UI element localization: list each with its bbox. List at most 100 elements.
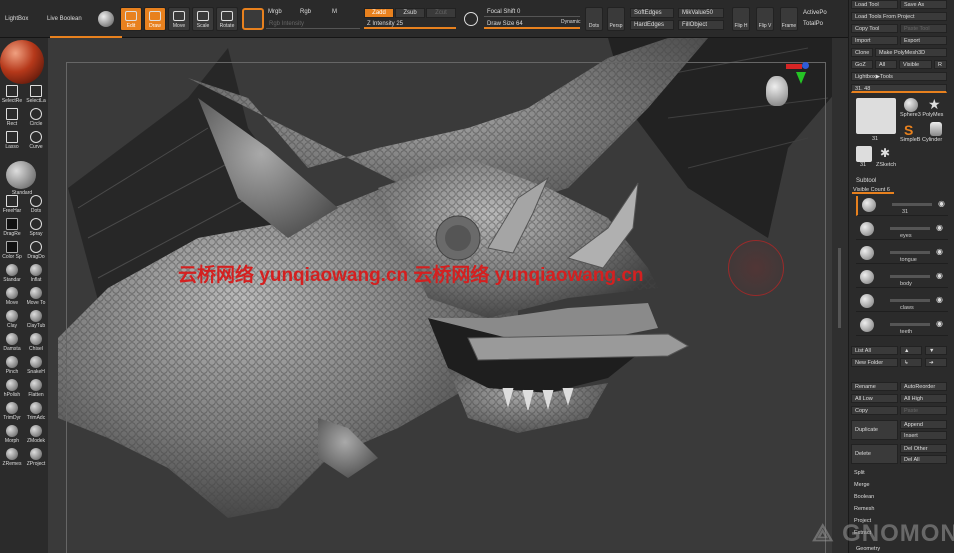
tool-dots[interactable]: Dots [24,194,48,214]
subtool-opacity-slider[interactable] [890,275,930,278]
merge-section[interactable]: Merge [854,482,870,488]
goz-button[interactable]: GoZ [851,60,873,69]
tool-spray[interactable]: Spray [24,217,48,237]
tool-circle[interactable]: Circle [24,107,48,127]
tool-claytubes[interactable]: ClayTub [24,309,48,329]
tool-zproject[interactable]: ZProject [24,447,48,467]
tool-dragdot[interactable]: DragDo [24,240,48,260]
tool-curve[interactable]: Curve [24,130,48,150]
eye-icon[interactable]: ◉ [936,271,943,280]
simplebrush-thumb[interactable]: S [904,122,913,138]
zadd-button[interactable]: Zadd [364,8,394,18]
boolean-section[interactable]: Boolean [854,494,874,500]
flip-h-button[interactable]: Flip H [732,7,750,31]
append-button[interactable]: Append [900,420,947,429]
subtool-opacity-slider[interactable] [892,203,932,206]
export-button[interactable]: Export [900,36,947,45]
rotate-button[interactable]: Rotate [216,7,238,31]
subtool-header[interactable]: Subtool [856,178,876,184]
dynamic-toggle[interactable]: Dynamic [561,19,580,25]
sphere3d-thumb[interactable] [904,98,918,112]
cylinder-thumb[interactable] [930,122,942,136]
tool-move-brush[interactable]: Move [0,286,24,306]
all-high-button[interactable]: All High [900,394,947,403]
eye-icon[interactable]: ◉ [936,319,943,328]
goz-all-button[interactable]: All [875,60,897,69]
z-intensity-slider[interactable]: Z Intensity 25 [364,19,456,29]
eye-icon[interactable]: ◉ [936,247,943,256]
tool-snakehook[interactable]: SnakeH [24,355,48,375]
scale-button[interactable]: Scale [192,7,214,31]
subtool-opacity-slider[interactable] [890,227,930,230]
subtool-opacity-slider[interactable] [890,323,930,326]
flip-v-button[interactable]: Flip V [756,7,774,31]
arrow-button[interactable]: ↳ [900,358,922,367]
tool-select-lasso[interactable]: SelectLa [24,84,48,104]
tool-trimadaptive[interactable]: TrimAdc [24,401,48,421]
paste-button[interactable]: Paste [900,406,947,415]
polymesh-star-thumb[interactable]: ★ [928,96,941,113]
viewport-scrollbar[interactable] [832,38,848,553]
make-polymesh-button[interactable]: Make PolyMesh3D [875,48,947,57]
import-button[interactable]: Import [851,36,898,45]
tool-hpolish[interactable]: hPolish [0,378,24,398]
frame-button[interactable]: Frame [780,7,798,31]
tool-move-topo[interactable]: Move To [24,286,48,306]
goz-visible-button[interactable]: Visible [899,60,932,69]
insert-button[interactable]: Insert [900,431,947,440]
subtool-opacity-slider[interactable] [890,299,930,302]
tool-standard[interactable]: Standar [0,263,24,283]
eye-icon[interactable]: ◉ [938,199,945,208]
tool-dragrect[interactable]: DragRe [0,217,24,237]
tool-rect[interactable]: Rect [0,107,24,127]
persp-button[interactable]: Persp [607,7,625,31]
tool-colorspray[interactable]: Color Sp [0,240,24,260]
tool-morph[interactable]: Morph [0,424,24,444]
eye-icon[interactable]: ◉ [936,295,943,304]
canvas-viewport[interactable]: 云桥网络 yunqiaowang.cn 云桥网络 yunqiaowang.cn [48,38,848,553]
tool-thumb-31[interactable] [856,146,872,162]
tool-pinch[interactable]: Pinch [0,355,24,375]
load-tools-from-project-button[interactable]: Load Tools From Project [851,12,947,21]
tool-zmodeler[interactable]: ZModek [24,424,48,444]
material-swatch[interactable] [242,8,264,30]
tool-clay[interactable]: Clay [0,309,24,329]
focal-shift-slider[interactable]: Focal Shift 0 [484,7,580,17]
move-down-button[interactable]: ▼ [925,346,947,355]
dots-button[interactable]: Dots [585,7,603,31]
split-section[interactable]: Split [854,470,865,476]
tool-chisel[interactable]: Chisel [24,332,48,352]
tool-standard-brush[interactable]: Standard [0,160,44,196]
tool-trimdynamic[interactable]: TrimDyr [0,401,24,421]
del-other-button[interactable]: Del Other [900,444,947,453]
move-button[interactable]: Move [168,7,190,31]
all-low-button[interactable]: All Low [851,394,898,403]
mrgb-button[interactable]: Mrgb [268,9,282,15]
tool-slider[interactable]: 31. 48 [851,84,947,93]
hardedges-button[interactable]: HardEdges [630,20,674,30]
new-folder-button[interactable]: New Folder [851,358,898,367]
remesh-section[interactable]: Remesh [854,506,874,512]
tool-inflate[interactable]: Inflat [24,263,48,283]
tool-damstandard[interactable]: Damstа [0,332,24,352]
copy-tool-button[interactable]: Copy Tool [851,24,898,33]
lightbox-tools-button[interactable]: Lightbox▶Tools [851,72,947,81]
duplicate-button[interactable]: Duplicate [851,420,898,440]
tool-lasso[interactable]: Lasso [0,130,24,150]
rename-button[interactable]: Rename [851,382,898,391]
save-as-button[interactable]: Save As [900,0,947,9]
tool-select-rect[interactable]: SelectRe [0,84,24,104]
tool-freehand[interactable]: FreeHar [0,194,24,214]
softedges-button[interactable]: SoftEdges [630,8,674,18]
edit-button[interactable]: Edit [120,7,142,31]
zsketch-thumb[interactable]: ✱ [880,146,890,160]
subtool-row[interactable]: ◉ eyes [856,220,948,240]
move-up-button[interactable]: ▲ [900,346,922,355]
paste-tool-button[interactable]: Paste Tool [900,24,947,33]
autoreorder-button[interactable]: AutoReorder [900,382,947,391]
subtool-row[interactable]: ◉ body [856,268,948,288]
del-all-button[interactable]: Del All [900,455,947,464]
rgb-intensity-slider[interactable]: Rgb Intensity [266,19,360,29]
lightbox-button[interactable]: LightBox [5,16,28,22]
eye-icon[interactable]: ◉ [936,223,943,232]
